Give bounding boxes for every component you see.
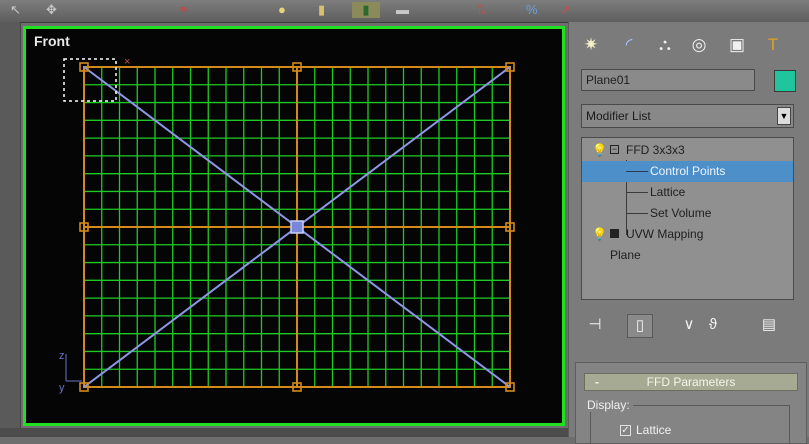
- select-icon[interactable]: ↖: [10, 2, 21, 18]
- chevron-down-icon[interactable]: ▼: [777, 107, 791, 125]
- mirror-icon[interactable]: ⇅: [476, 2, 487, 18]
- main-toolbar: ↖ ✥ ⚭ ● ▮ ▮ ▬ ⇅ % ↗: [0, 0, 809, 23]
- axis-z-label: z: [59, 350, 65, 362]
- move-icon[interactable]: ✥: [46, 2, 57, 18]
- configure-sets-icon[interactable]: ▤: [757, 314, 781, 336]
- front-viewport[interactable]: × z y Front: [23, 26, 565, 426]
- lightbulb-icon[interactable]: 💡: [592, 224, 607, 245]
- collapse-icon[interactable]: −: [610, 145, 619, 154]
- create-tab[interactable]: ✷: [579, 32, 603, 58]
- stack-item-lattice[interactable]: Lattice: [582, 182, 793, 203]
- snap-icon[interactable]: ▮: [352, 2, 380, 18]
- selection-box: [63, 58, 117, 102]
- stack-item-control-points[interactable]: Control Points: [582, 161, 793, 182]
- stack-item-label: FFD 3x3x3: [626, 143, 685, 157]
- hierarchy-tab[interactable]: ⛬: [653, 32, 677, 58]
- modifier-list-dropdown[interactable]: Modifier List ▼: [581, 104, 794, 128]
- link-icon[interactable]: ⚭: [178, 2, 189, 18]
- rollout-title: FFD Parameters: [646, 375, 736, 389]
- command-panel: ✷ ◜ ⛬ ◎ ▣ T Plane01 Modifier List ▼ 💡 − …: [568, 22, 809, 444]
- motion-tab[interactable]: ◎: [687, 32, 711, 58]
- stack-item-label: Plane: [610, 248, 641, 262]
- stack-item-plane[interactable]: Plane: [582, 245, 793, 266]
- tree-line: [626, 192, 648, 193]
- make-unique-icon[interactable]: ∨: [677, 314, 701, 336]
- object-name-field[interactable]: Plane01: [581, 69, 755, 91]
- lightbulb-icon[interactable]: 💡: [592, 140, 607, 161]
- align-icon[interactable]: %: [526, 2, 538, 18]
- stack-item-ffd[interactable]: 💡 − FFD 3x3x3: [582, 140, 793, 161]
- pan-icon[interactable]: ▮: [318, 2, 325, 18]
- modifier-stack: 💡 − FFD 3x3x3 Control Points Lattice Set…: [581, 137, 794, 300]
- angle-snap-icon[interactable]: ▬: [396, 2, 409, 18]
- expand-icon[interactable]: [610, 229, 619, 238]
- stack-item-label: Lattice: [650, 185, 686, 199]
- stack-item-label: UVW Mapping: [626, 227, 704, 241]
- modify-tab[interactable]: ◜: [617, 32, 641, 58]
- pin-stack-icon[interactable]: ⊣: [583, 314, 607, 336]
- center-control-point: [290, 220, 304, 234]
- left-edge-strip: [0, 22, 21, 437]
- stack-toolbar: ⊣ ▯ ∨ ϑ ▤: [577, 312, 802, 338]
- axis-x-marker: ×: [124, 56, 130, 68]
- object-color-swatch[interactable]: [774, 70, 796, 92]
- stack-item-uvw-mapping[interactable]: 💡 UVW Mapping: [582, 224, 793, 245]
- rollout-header[interactable]: - FFD Parameters: [584, 373, 798, 391]
- stack-item-set-volume[interactable]: Set Volume: [582, 203, 793, 224]
- viewport-label[interactable]: Front: [34, 33, 70, 49]
- lattice-checkbox-label[interactable]: Lattice: [636, 423, 671, 437]
- display-group-label: Display:: [584, 398, 633, 412]
- modifier-list-label: Modifier List: [586, 109, 651, 123]
- viewport-canvas[interactable]: × z y: [26, 29, 562, 423]
- bottom-strip: [0, 428, 570, 437]
- utilities-tab[interactable]: T: [761, 32, 785, 58]
- ffd-parameters-rollout: - FFD Parameters Display: ✓ Lattice: [575, 362, 807, 444]
- tree-line: [626, 171, 648, 172]
- remove-modifier-icon[interactable]: ϑ: [701, 314, 725, 336]
- stack-item-label: Set Volume: [650, 206, 712, 220]
- lattice-checkbox[interactable]: ✓: [620, 425, 631, 436]
- axis-y-label: y: [59, 382, 65, 394]
- curve-editor-icon[interactable]: ↗: [560, 2, 571, 18]
- display-tab[interactable]: ▣: [725, 32, 749, 58]
- light-icon[interactable]: ●: [278, 2, 286, 18]
- tree-line: [626, 213, 648, 214]
- stack-item-label: Control Points: [650, 164, 726, 178]
- show-end-result-icon[interactable]: ▯: [627, 314, 653, 338]
